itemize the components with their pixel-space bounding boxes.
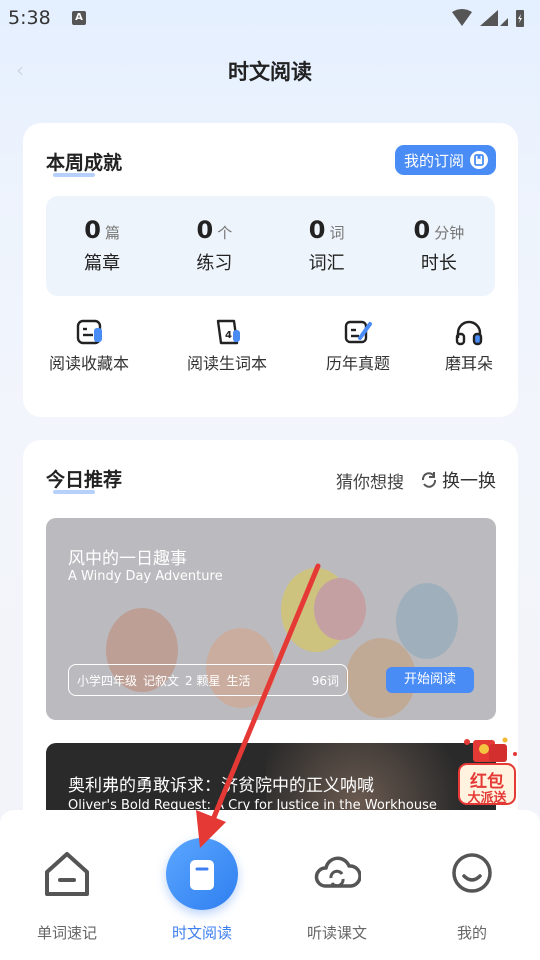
bottom-tab-bar: 单词速记 时文阅读 听读课文 我的 [0,810,540,960]
my-subscription-button[interactable]: 我的订阅 [394,145,496,175]
article-stars: 2 颗星 [185,673,221,688]
stat-label: 篇章 [84,253,121,274]
exam-pen-icon [344,320,372,344]
tab-label: 听读课文 [306,924,367,942]
tool-label: 磨耳朵 [444,354,493,373]
stat-articles: 0篇 篇章 [46,196,158,296]
article-card[interactable]: 风中的一日趣事 A Windy Day Adventure 小学四年级 记叙文 … [46,518,496,720]
promo-line2: 大派送 [467,791,507,806]
bookmark-doc-icon [76,319,102,345]
recommend-title: 今日推荐 [46,465,122,494]
stat-value: 0 [84,216,101,244]
svg-text:4: 4 [225,330,232,341]
article-title: 奥利弗的勇敢诉求：济贫院中的正义呐喊 [68,776,374,796]
reading-favorites-button[interactable]: 阅读收藏本 [45,318,133,374]
status-time: 5:38 [8,7,51,29]
stat-label: 练习 [196,253,233,274]
smile-icon [452,853,492,893]
headphones-icon [455,320,483,346]
stat-label: 时长 [420,253,457,274]
my-subscription-label: 我的订阅 [403,151,464,170]
subscription-icon [470,151,488,169]
article-tags: 小学四年级 记叙文 2 颗星 生活 96词 [68,664,348,696]
tool-label: 历年真题 [325,354,390,373]
tool-label: 阅读生词本 [186,354,267,373]
today-recommend-card: 今日推荐 猜你想搜 换一换 风中的一日趣事 A Windy Day Advent… [23,440,518,860]
article-title: 风中的一日趣事 [68,549,187,569]
tab-label: 时文阅读 [171,924,232,942]
cloud-sync-icon [314,856,361,888]
article-genre: 记叙文 [143,673,180,688]
status-bar: 5:38 A [0,0,540,36]
tab-label: 我的 [456,924,487,942]
article-subtitle: A Windy Day Adventure [68,569,223,584]
stat-unit: 个 [217,224,233,242]
refresh-icon [421,472,437,488]
guess-search-link[interactable]: 猜你想搜 [336,468,404,493]
home-icon [45,852,89,896]
tab-label: 单词速记 [36,924,97,942]
title-bar: ‹ 时文阅读 [0,44,540,94]
system-status-icons [452,9,524,27]
reading-vocab-book-button[interactable]: 4 阅读生词本 [183,318,271,374]
bookmark-icon [190,860,214,890]
page-title: 时文阅读 [228,60,312,84]
article-topic: 生活 [226,673,251,688]
stat-vocabulary: 0词 词汇 [271,196,383,296]
red-packet-promo[interactable]: 红包 大派送 [453,734,523,810]
stat-value: 0 [413,216,431,244]
stat-duration: 0 分钟 时长 [383,196,495,296]
tool-label: 阅读收藏本 [48,354,129,373]
stat-label: 词汇 [308,253,345,274]
article-word-count: 96词 [311,673,339,688]
stat-unit: 分钟 [434,224,465,242]
stat-value: 0 [196,216,214,244]
past-exams-button[interactable]: 历年真题 [313,318,403,374]
swap-button[interactable]: 换一换 [420,467,496,493]
recommend-actions: 猜你想搜 换一换 [336,467,496,493]
stat-value: 0 [308,216,326,244]
notification-a-icon: A [72,11,86,25]
swap-label: 换一换 [442,471,496,492]
weekly-title: 本周成就 [46,148,122,177]
vocab-book-icon: 4 [216,319,240,345]
tools-row: 阅读收藏本 4 阅读生词本 历年真题 磨耳朵 [23,318,518,378]
weekly-stats-panel: 0篇 篇章 0个 练习 0词 词汇 0 分钟 时长 [46,196,495,296]
stat-unit: 词 [329,224,345,242]
article-grade: 小学四年级 [77,673,138,688]
weekly-achievement-card: 本周成就 我的订阅 0篇 篇章 0个 练习 0词 词汇 0 分钟 时长 阅读收藏本 [23,123,518,417]
stat-unit: 篇 [104,224,120,242]
start-reading-button[interactable]: 开始阅读 [386,667,474,693]
stat-exercises: 0个 练习 [158,196,270,296]
ear-training-button[interactable]: 磨耳朵 [437,318,501,374]
